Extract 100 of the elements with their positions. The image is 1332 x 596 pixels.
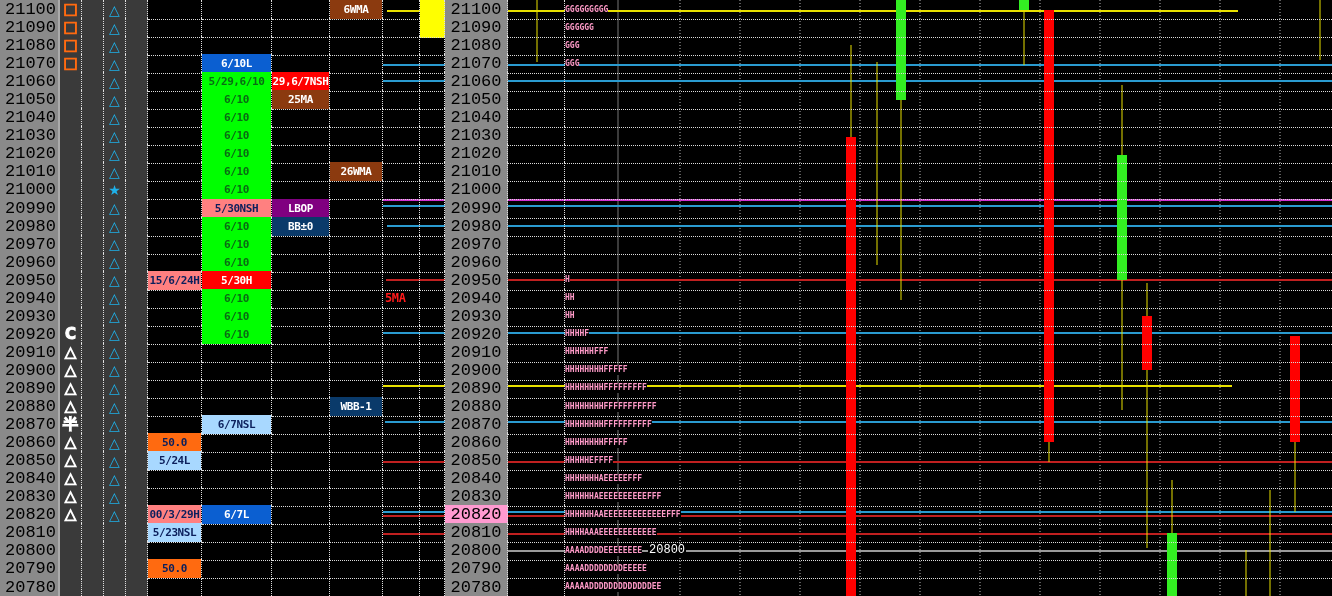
trend-symbol: △ (109, 146, 120, 161)
level-tag: 25MA (272, 90, 329, 110)
trend-symbol: △ (109, 435, 120, 450)
grid-cell (330, 90, 383, 111)
grid-cell (508, 216, 565, 237)
trend-symbol: ★ (108, 182, 121, 197)
price-cell: 20880 (445, 397, 508, 418)
level-tag: 6/7L (202, 505, 271, 525)
tpo-letters: GGG (565, 40, 580, 51)
price-cell: 20810 (0, 523, 60, 544)
grid-cell (330, 469, 383, 490)
mark-symbol: △ (64, 435, 77, 451)
mark-symbol: □ (63, 20, 78, 36)
trend-symbol: △ (109, 291, 120, 306)
tpo-letters: HHHHHHHHFFFFFFFFFFF (565, 401, 657, 412)
grid-cell (330, 108, 383, 129)
grid-cell (202, 0, 272, 20)
price-cell: 20890 (0, 379, 60, 399)
grid-cell (383, 162, 420, 183)
grid-cell (330, 505, 383, 526)
grid-cell (272, 541, 330, 562)
current-price-label: 20800 (648, 544, 687, 558)
price-cell: 20980 (0, 216, 60, 237)
price-cell: 20910 (0, 342, 60, 363)
wick-line (1319, 0, 1321, 61)
grid-cell (383, 324, 420, 345)
price-cell: 21060 (445, 72, 508, 93)
price-cell: 20820 (445, 505, 508, 526)
price-cell: 20920 (445, 324, 508, 345)
level-tag: LBOP (272, 198, 329, 218)
price-cell: 21080 (445, 36, 508, 57)
grid-cell (383, 505, 420, 526)
price-cell: 21100 (445, 0, 508, 20)
grid-cell (330, 324, 383, 345)
grid-cell (272, 360, 330, 381)
trend-symbol: △ (109, 164, 120, 179)
wick-line (1245, 549, 1247, 596)
price-cell: 20940 (0, 288, 60, 309)
trend-symbol: △ (109, 381, 120, 396)
level-tag: 50.0 (148, 559, 201, 579)
grid-cell (330, 559, 383, 580)
level-tag: 6/10 (202, 180, 271, 200)
trend-symbol: △ (109, 201, 120, 215)
grid-cell (383, 487, 420, 508)
indicator-label: 5MA (384, 290, 407, 308)
price-cell: 20840 (0, 469, 60, 490)
grid-cell (148, 379, 202, 399)
price-cell: 20870 (445, 415, 508, 436)
level-tag: 6WMA (330, 0, 382, 19)
grid-cell (508, 90, 565, 111)
mark-symbol: C (65, 326, 76, 342)
trend-symbol: △ (109, 219, 120, 234)
trend-symbol: △ (109, 255, 120, 270)
tpo-letters: GGGGGG (565, 22, 594, 33)
mark-symbol: △ (64, 381, 77, 396)
grid-cell (330, 451, 383, 472)
grid-cell (148, 360, 202, 381)
grid-cell (383, 541, 420, 562)
wick-line (536, 0, 538, 63)
grid-cell (148, 0, 202, 20)
price-cell: 21100 (0, 0, 60, 20)
grid-cell (202, 360, 272, 381)
tpo-letters: HHHHHHHHFFFFFFFFF (565, 383, 647, 394)
tpo-letters: HHHHHHHHFFFFFFFFFF (565, 419, 652, 430)
mark-symbol: △ (64, 453, 77, 469)
price-cell: 21080 (0, 36, 60, 57)
grid-cell (383, 72, 420, 93)
price-cell: 20800 (445, 541, 508, 562)
grid-cell (383, 234, 420, 255)
grid-cell (508, 162, 565, 183)
grid-cell (508, 252, 565, 273)
price-cell: 21070 (445, 54, 508, 75)
price-cell: 20900 (445, 360, 508, 381)
grid-cell (383, 108, 420, 129)
price-cell: 21090 (0, 18, 60, 39)
grid-cell (272, 451, 330, 472)
price-cell: 20990 (0, 198, 60, 219)
trend-symbol: △ (109, 56, 120, 71)
grid-cell (383, 252, 420, 273)
trend-symbol: △ (109, 345, 120, 360)
mark-symbol: □ (63, 56, 78, 72)
price-cell: 21000 (445, 180, 508, 201)
grid-cell (330, 288, 383, 309)
grid-cell (272, 523, 330, 544)
price-cell: 20960 (445, 252, 508, 273)
grid-cell (202, 451, 272, 472)
grid-cell (330, 433, 383, 454)
grid-cell (383, 559, 420, 580)
price-cell: 20860 (0, 433, 60, 454)
trend-symbol: △ (109, 38, 120, 53)
level-tag: 15/6/24H (148, 270, 201, 290)
tpo-letters: GGG (565, 58, 580, 69)
grid-cell (330, 252, 383, 273)
grid-cell (383, 397, 420, 418)
grid-cell (508, 144, 565, 165)
mark-symbol: △ (64, 471, 77, 487)
price-cell: 20950 (0, 270, 60, 291)
price-cell: 20970 (445, 234, 508, 255)
grid-cell (383, 433, 420, 454)
tpo-letters: HHHHAAAEEEEEEEEEEEE (565, 527, 657, 538)
